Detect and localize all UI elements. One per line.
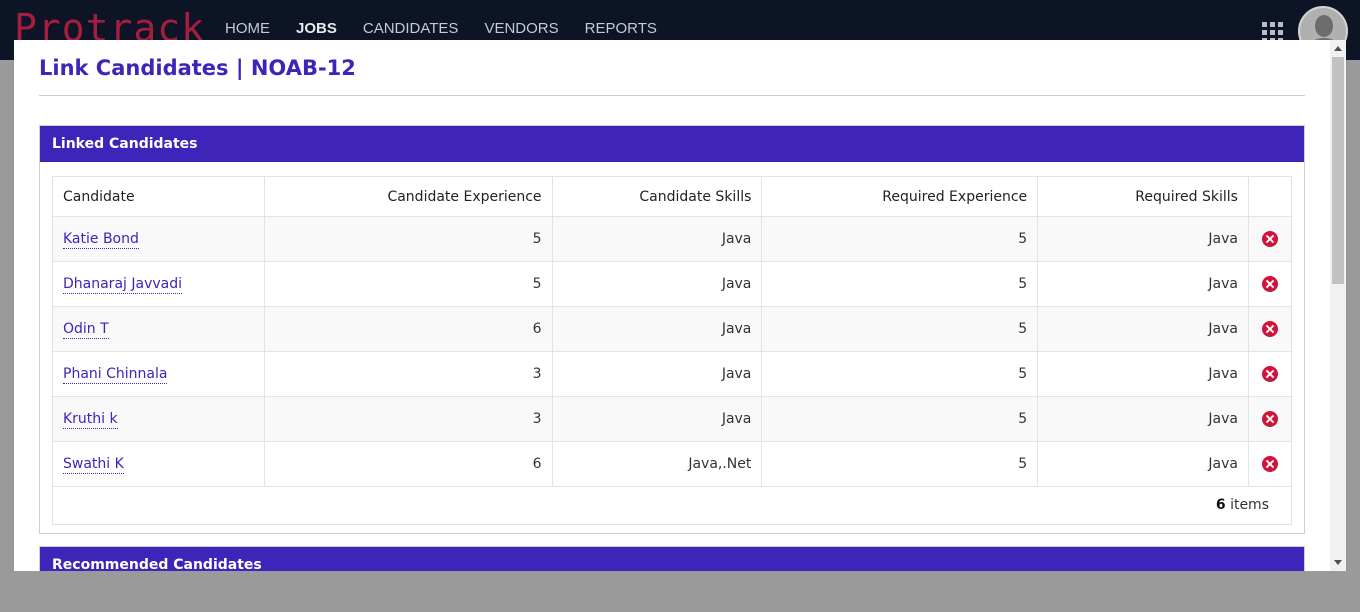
required-experience-cell: 5 [761,396,1039,442]
table-row: Dhanaraj Javvadi 5 Java 5 Java [52,261,1292,307]
remove-icon[interactable] [1261,321,1278,337]
candidate-skills-cell: Java [552,351,763,397]
candidate-link[interactable]: Kruthi k [63,411,118,429]
item-count: 6 [1215,497,1226,513]
candidate-experience-cell: 5 [264,216,553,262]
candidate-experience-cell: 6 [264,306,553,352]
remove-icon[interactable] [1261,366,1278,382]
required-experience-cell: 5 [761,351,1039,397]
recommended-candidates-header: Recommended Candidates [40,547,1304,571]
remove-icon[interactable] [1261,456,1278,472]
col-candidate[interactable]: Candidate [52,176,265,217]
candidate-link[interactable]: Phani Chinnala [63,366,168,384]
linked-candidates-table: Candidate Candidate Experience Candidate… [52,176,1292,487]
table-row: Phani Chinnala 3 Java 5 Java [52,351,1292,397]
required-skills-cell: Java [1037,261,1249,307]
candidate-link[interactable]: Dhanaraj Javvadi [63,276,182,294]
nav-candidates[interactable]: CANDIDATES [363,20,459,37]
title-divider [39,95,1305,96]
required-experience-cell: 5 [761,261,1039,307]
required-skills-cell: Java [1037,216,1249,262]
candidate-experience-cell: 6 [264,441,553,487]
modal-title: Link Candidates | NOAB-12 [39,56,356,80]
col-required-skills[interactable]: Required Skills [1037,176,1249,217]
candidate-skills-cell: Java [552,306,763,352]
candidate-experience-cell: 5 [264,261,553,307]
candidate-skills-cell: Java [552,216,763,262]
scroll-thumb[interactable] [1332,57,1344,284]
recommended-candidates-panel: Recommended Candidates [39,546,1305,571]
candidate-skills-cell: Java [552,396,763,442]
col-candidate-skills[interactable]: Candidate Skills [552,176,763,217]
modal-scrollbar[interactable] [1330,40,1346,571]
required-skills-cell: Java [1037,396,1249,442]
scroll-up-icon[interactable] [1334,46,1342,51]
col-required-experience[interactable]: Required Experience [761,176,1039,217]
table-pager-info: 6 items [52,487,1292,525]
candidate-link[interactable]: Katie Bond [63,231,139,249]
candidate-link[interactable]: Swathi K [63,456,124,474]
candidate-skills-cell: Java [552,261,763,307]
table-row: Kruthi k 3 Java 5 Java [52,396,1292,442]
link-candidates-modal: Link Candidates | NOAB-12 Linked Candida… [14,40,1346,571]
col-actions [1248,176,1292,217]
scroll-down-icon[interactable] [1334,560,1342,565]
linked-candidates-panel: Linked Candidates Candidate Candidate Ex… [39,125,1305,534]
col-candidate-experience[interactable]: Candidate Experience [264,176,553,217]
nav-jobs[interactable]: JOBS [296,20,337,37]
candidate-experience-cell: 3 [264,351,553,397]
required-experience-cell: 5 [761,216,1039,262]
main-nav: HOME JOBS CANDIDATES VENDORS REPORTS [225,20,657,37]
candidate-link[interactable]: Odin T [63,321,109,339]
required-experience-cell: 5 [761,306,1039,352]
remove-icon[interactable] [1261,411,1278,427]
candidate-experience-cell: 3 [264,396,553,442]
nav-home[interactable]: HOME [225,20,270,37]
table-row: Swathi K 6 Java,.Net 5 Java [52,441,1292,487]
required-skills-cell: Java [1037,351,1249,397]
table-row: Katie Bond 5 Java 5 Java [52,216,1292,262]
remove-icon[interactable] [1261,276,1278,292]
linked-candidates-header: Linked Candidates [40,126,1304,162]
item-count-label: items [1230,497,1269,513]
candidate-skills-cell: Java,.Net [552,441,763,487]
remove-icon[interactable] [1261,231,1278,247]
table-row: Odin T 6 Java 5 Java [52,306,1292,352]
required-skills-cell: Java [1037,306,1249,352]
required-experience-cell: 5 [761,441,1039,487]
nav-vendors[interactable]: VENDORS [484,20,558,37]
nav-reports[interactable]: REPORTS [585,20,657,37]
required-skills-cell: Java [1037,441,1249,487]
